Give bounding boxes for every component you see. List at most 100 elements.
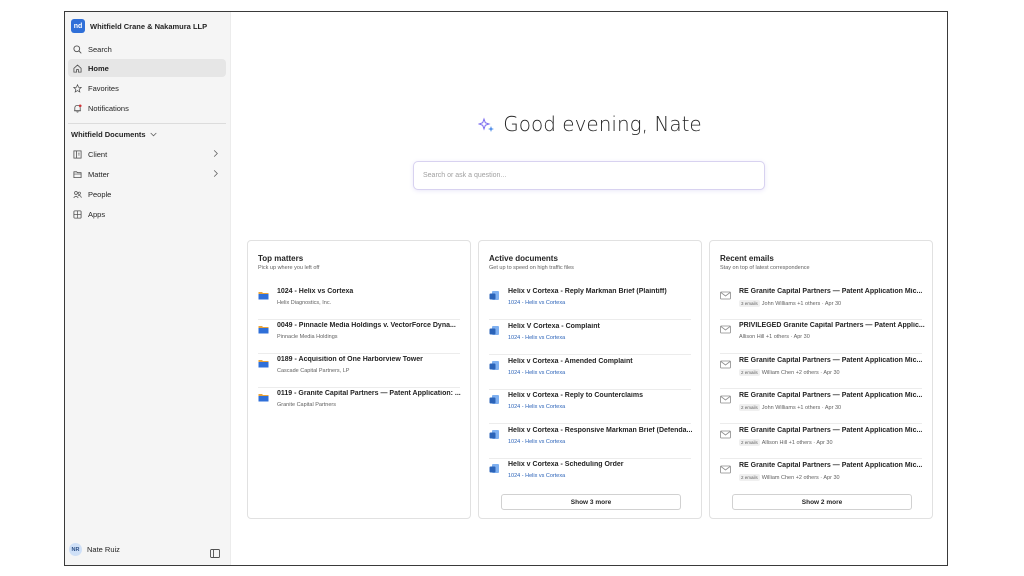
matter-client: Pinnacle Media Holdings bbox=[277, 334, 338, 340]
list-item[interactable]: RE Granite Capital Partners — Patent App… bbox=[720, 286, 922, 320]
mail-icon bbox=[720, 357, 731, 369]
email-count-badge: 2 emails bbox=[739, 404, 760, 411]
matter-client: Helix Diagnostics, Inc. bbox=[277, 300, 332, 306]
email-subject: RE Granite Capital Partners — Patent App… bbox=[739, 462, 923, 469]
email-count-badge: 2 emails bbox=[739, 369, 760, 376]
list-item[interactable]: 0049 - Pinnacle Media Holdings v. Vector… bbox=[258, 320, 460, 354]
row-divider bbox=[489, 423, 691, 424]
document-title: Helix v Cortexa - Scheduling Order bbox=[508, 461, 624, 468]
matter-client: Cascade Capital Partners, LP bbox=[277, 368, 350, 374]
sidebar-item-people[interactable]: People bbox=[68, 185, 226, 203]
email-subject: RE Granite Capital Partners — Patent App… bbox=[739, 288, 923, 295]
client-icon bbox=[73, 149, 82, 159]
row-divider bbox=[720, 388, 922, 389]
document-title: Helix v Cortexa - Reply to Counterclaims bbox=[508, 392, 643, 399]
chevron-down-icon bbox=[150, 130, 157, 139]
email-meta: 2 emails John Williams +1 others · Apr 30 bbox=[739, 404, 841, 411]
sidebar-item-apps[interactable]: Apps bbox=[68, 205, 226, 223]
list-item[interactable]: 0119 - Granite Capital Partners — Patent… bbox=[258, 388, 461, 422]
card-subtitle: Stay on top of latest correspondence bbox=[720, 265, 810, 271]
sidebar-item-label: Matter bbox=[88, 169, 110, 179]
active-documents-card: Active documents Get up to speed on high… bbox=[478, 240, 702, 519]
word-doc-icon bbox=[489, 288, 500, 300]
sidebar-item-label: Apps bbox=[88, 209, 106, 219]
recent-emails-card: Recent emails Stay on top of latest corr… bbox=[709, 240, 933, 519]
sidebar-item-search[interactable]: Search bbox=[68, 40, 226, 58]
document-matter-link[interactable]: 1024 - Helix vs Cortexa bbox=[508, 370, 565, 376]
people-icon bbox=[73, 190, 82, 199]
document-title: Helix v Cortexa - Reply Markman Brief (P… bbox=[508, 288, 667, 295]
sparkle-icon bbox=[477, 115, 496, 133]
row-divider bbox=[720, 423, 922, 424]
matter-title: 1024 - Helix vs Cortexa bbox=[277, 288, 354, 295]
folder-icon bbox=[258, 288, 269, 300]
mail-icon bbox=[720, 392, 731, 404]
document-title: Helix v Cortexa - Amended Complaint bbox=[508, 358, 633, 365]
matter-title: 0189 - Acquisition of One Harborview Tow… bbox=[277, 356, 423, 363]
card-title: Top matters bbox=[258, 254, 304, 263]
list-item[interactable]: RE Granite Capital Partners — Patent App… bbox=[720, 390, 922, 424]
document-matter-link[interactable]: 1024 - Helix vs Cortexa bbox=[508, 473, 565, 479]
mail-icon bbox=[720, 427, 731, 439]
list-item[interactable]: 0189 - Acquisition of One Harborview Tow… bbox=[258, 354, 460, 388]
list-item[interactable]: RE Granite Capital Partners — Patent App… bbox=[720, 425, 922, 459]
main-content: Good evening, Nate Search or ask a quest… bbox=[231, 12, 947, 565]
email-count-badge: 3 emails bbox=[739, 300, 760, 307]
documents-section-toggle[interactable]: Whitfield Documents bbox=[71, 130, 157, 139]
matter-title: 0119 - Granite Capital Partners — Patent… bbox=[277, 390, 461, 397]
star-icon bbox=[73, 83, 82, 93]
sidebar-item-notifications[interactable]: Notifications bbox=[68, 99, 226, 117]
search-input[interactable]: Search or ask a question... bbox=[413, 161, 765, 190]
sidebar-divider bbox=[68, 123, 226, 124]
email-meta: 2 emails William Chen +2 others · Apr 30 bbox=[739, 474, 840, 481]
home-icon bbox=[73, 64, 82, 73]
list-item[interactable]: PRIVILEGED Granite Capital Partners — Pa… bbox=[720, 320, 925, 354]
chevron-right-icon bbox=[211, 149, 220, 158]
document-matter-link[interactable]: 1024 - Helix vs Cortexa bbox=[508, 404, 565, 410]
document-matter-link[interactable]: 1024 - Helix vs Cortexa bbox=[508, 300, 565, 306]
sidebar-item-label: People bbox=[88, 189, 112, 199]
sidebar-item-home[interactable]: Home bbox=[68, 59, 226, 77]
word-doc-icon bbox=[489, 427, 500, 439]
email-subject: RE Granite Capital Partners — Patent App… bbox=[739, 427, 923, 434]
list-item[interactable]: Helix v Cortexa - Scheduling Order 1024 … bbox=[489, 459, 691, 493]
org-switcher[interactable]: nd Whitfield Crane & Nakamura LLP bbox=[71, 18, 207, 34]
list-item[interactable]: Helix v Cortexa - Reply Markman Brief (P… bbox=[489, 286, 691, 320]
list-item[interactable]: 1024 - Helix vs Cortexa Helix Diagnostic… bbox=[258, 286, 460, 320]
row-divider bbox=[489, 354, 691, 355]
chevron-right-icon bbox=[211, 169, 220, 178]
document-title: Helix V Cortexa - Complaint bbox=[508, 323, 600, 330]
user-profile[interactable]: NR Nate Ruiz bbox=[69, 543, 120, 556]
email-meta: 3 emails John Williams +1 others · Apr 30 bbox=[739, 300, 841, 307]
matter-title: 0049 - Pinnacle Media Holdings v. Vector… bbox=[277, 322, 456, 329]
collapse-sidebar-icon[interactable] bbox=[210, 545, 220, 558]
row-divider bbox=[720, 458, 922, 459]
list-item[interactable]: Helix v Cortexa - Responsive Markman Bri… bbox=[489, 425, 692, 459]
card-subtitle: Get up to speed on high traffic files bbox=[489, 265, 574, 271]
document-matter-link[interactable]: 1024 - Helix vs Cortexa bbox=[508, 335, 565, 341]
email-count-badge: 2 emails bbox=[739, 474, 760, 481]
list-item[interactable]: Helix V Cortexa - Complaint 1024 - Helix… bbox=[489, 321, 691, 355]
folder-icon bbox=[258, 356, 269, 368]
apps-icon bbox=[73, 209, 82, 219]
word-doc-icon bbox=[489, 461, 500, 473]
document-matter-link[interactable]: 1024 - Helix vs Cortexa bbox=[508, 439, 565, 445]
show-more-button[interactable]: Show 2 more bbox=[732, 494, 912, 510]
matter-client: Granite Capital Partners bbox=[277, 402, 336, 408]
list-item[interactable]: RE Granite Capital Partners — Patent App… bbox=[720, 460, 922, 494]
list-item[interactable]: Helix v Cortexa - Amended Complaint 1024… bbox=[489, 356, 691, 390]
folder-icon bbox=[258, 322, 269, 334]
sidebar-item-label: Home bbox=[88, 63, 109, 73]
list-item[interactable]: Helix v Cortexa - Reply to Counterclaims… bbox=[489, 390, 691, 424]
sidebar-item-favorites[interactable]: Favorites bbox=[68, 79, 226, 97]
sidebar-item-label: Favorites bbox=[88, 83, 119, 93]
user-name: Nate Ruiz bbox=[87, 545, 120, 554]
list-item[interactable]: RE Granite Capital Partners — Patent App… bbox=[720, 355, 922, 389]
sidebar-item-label: Search bbox=[88, 44, 112, 54]
sidebar-item-matter[interactable]: Matter bbox=[68, 165, 226, 183]
card-subtitle: Pick up where you left off bbox=[258, 265, 320, 271]
sidebar: nd Whitfield Crane & Nakamura LLP Search… bbox=[65, 12, 231, 565]
org-logo: nd bbox=[71, 19, 85, 33]
sidebar-item-client[interactable]: Client bbox=[68, 145, 226, 163]
show-more-button[interactable]: Show 3 more bbox=[501, 494, 681, 510]
